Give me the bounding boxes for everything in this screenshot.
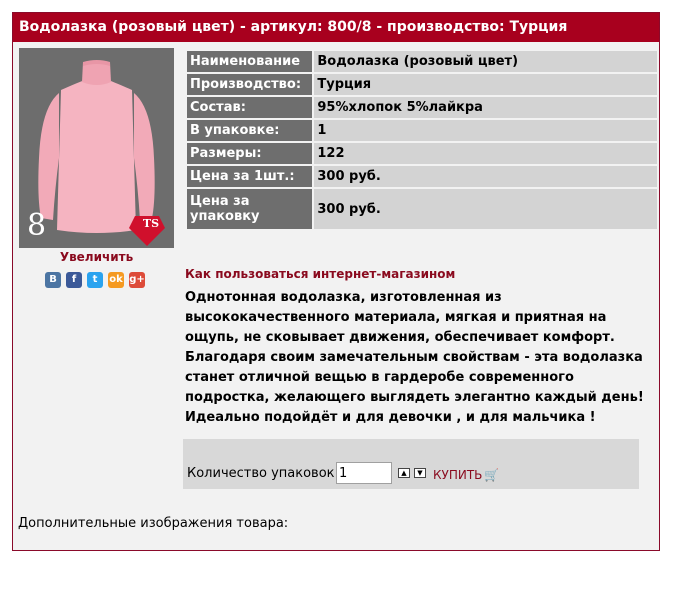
social-share-bar: Вf t ok g+ <box>45 272 145 288</box>
detail-label: Наименование <box>187 51 313 72</box>
product-details-table: Наименование Водолазка (розовый цвет) Прои… <box>185 49 659 231</box>
detail-value: 122 <box>314 143 657 164</box>
product-title: Водолазка (розовый цвет) - артикул: 800/… <box>13 13 659 42</box>
google-plus-icon[interactable]: g+ <box>129 272 145 288</box>
detail-value: 1 <box>314 120 657 141</box>
twitter-icon[interactable]: t <box>87 272 103 288</box>
detail-row: Цена за упаковку 300 руб. <box>187 189 657 229</box>
quantity-up-button[interactable]: ▲ <box>398 468 410 478</box>
detail-label: Цена за упаковку <box>187 189 313 229</box>
detail-value: 95%хлопок 5%лайкра <box>314 97 657 118</box>
quantity-input[interactable] <box>336 462 392 484</box>
detail-row: Размеры: 122 <box>187 143 657 164</box>
product-panel: Водолазка (розовый цвет) - артикул: 800/… <box>12 12 660 551</box>
odnoklassniki-icon[interactable]: ok <box>108 272 124 288</box>
detail-value: 300 руб. <box>314 189 657 229</box>
detail-label: Состав: <box>187 97 313 118</box>
facebook-icon[interactable]: f <box>66 272 82 288</box>
product-photo[interactable]: 8 TS <box>19 48 174 248</box>
detail-value: 300 руб. <box>314 166 657 187</box>
detail-label: В упаковке: <box>187 120 313 141</box>
cart-icon: 🛒 <box>484 468 500 482</box>
arrow-up-icon: ▲ <box>401 469 407 477</box>
detail-label: Производство: <box>187 74 313 95</box>
buy-label: КУПИТЬ <box>433 468 483 482</box>
detail-value: Турция <box>314 74 657 95</box>
detail-label: Размеры: <box>187 143 313 164</box>
vkontakte-icon[interactable]: В <box>45 272 61 288</box>
extra-images-label: Дополнительные изображения товара: <box>18 516 289 531</box>
arrow-down-icon: ▼ <box>417 469 423 477</box>
order-box: Количество упаковок: ▲ ▼ КУПИТЬ 🛒 <box>183 439 639 489</box>
detail-row: Цена за 1шт.: 300 руб. <box>187 166 657 187</box>
quantity-label: Количество упаковок: <box>187 466 339 481</box>
detail-row: Состав: 95%хлопок 5%лайкра <box>187 97 657 118</box>
brand-logo: TS <box>142 217 160 230</box>
detail-value: Водолазка (розовый цвет) <box>314 51 657 72</box>
detail-row: Производство: Турция <box>187 74 657 95</box>
quantity-down-button[interactable]: ▼ <box>414 468 426 478</box>
product-description: Однотонная водолазка, изготовленная из в… <box>185 290 644 425</box>
detail-label: Цена за 1шт.: <box>187 166 313 187</box>
howto-link[interactable]: Как пользоваться интернет-магазином <box>185 267 455 281</box>
enlarge-link[interactable]: Увеличить <box>19 250 174 264</box>
detail-row: Наименование Водолазка (розовый цвет) <box>187 51 657 72</box>
detail-row: В упаковке: 1 <box>187 120 657 141</box>
buy-button[interactable]: КУПИТЬ 🛒 <box>433 465 499 485</box>
size-number: 8 <box>27 208 47 243</box>
